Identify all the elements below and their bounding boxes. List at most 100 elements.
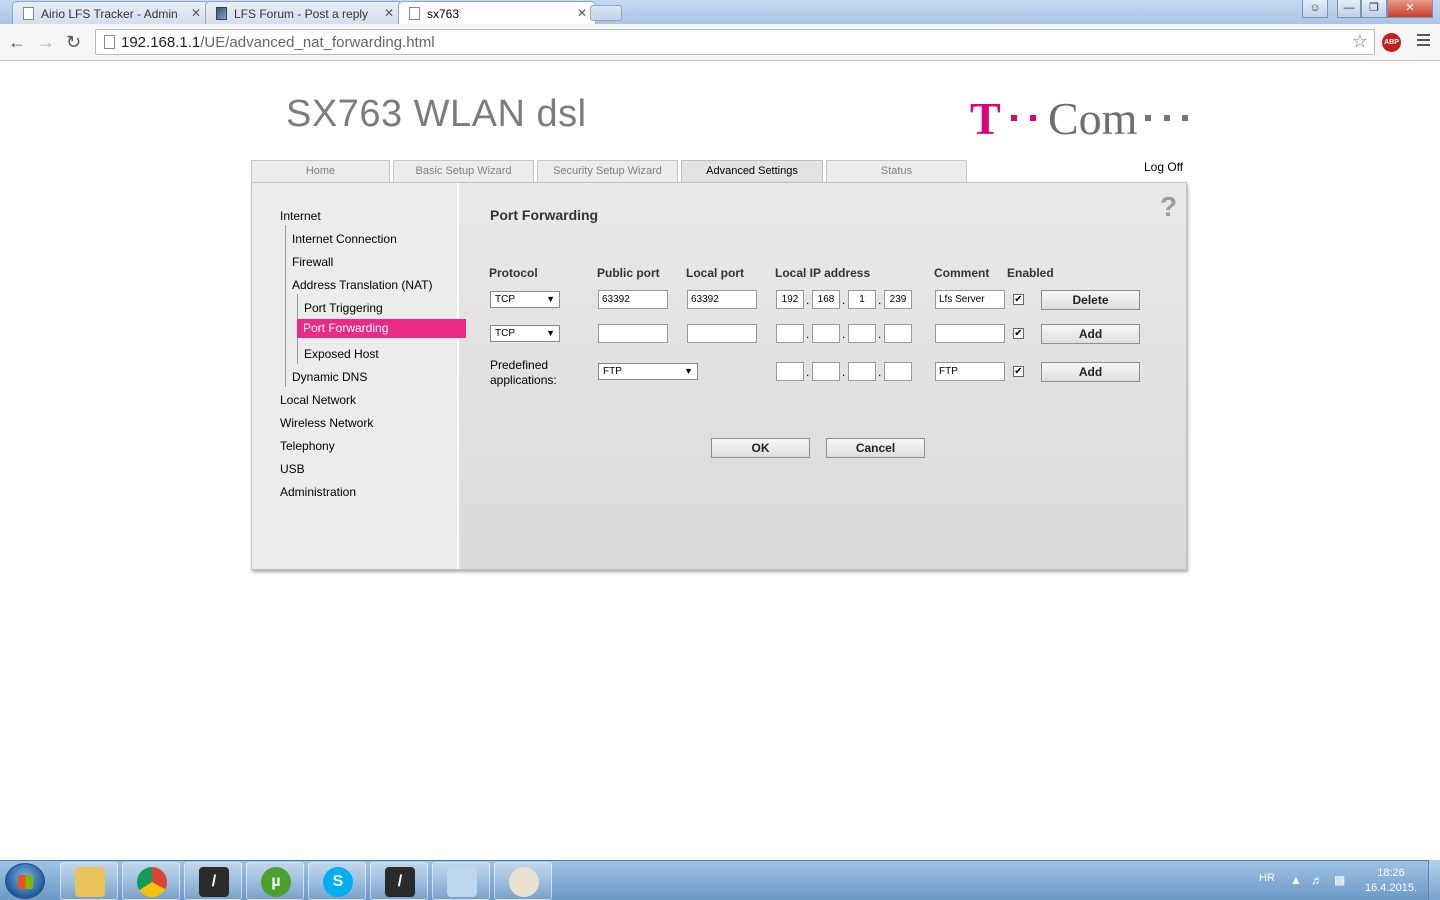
close-window-button[interactable]: ✕ [1387, 0, 1433, 18]
sidebar-item-local-network[interactable]: Local Network [280, 393, 356, 407]
predefined-app-select[interactable]: FTP ▼ [598, 363, 698, 380]
sidebar-item-firewall[interactable]: Firewall [292, 255, 333, 269]
taskbar-paint[interactable] [494, 862, 552, 900]
ip-separator: . [842, 327, 846, 341]
ip-separator: . [842, 365, 846, 379]
ok-button[interactable]: OK [711, 438, 810, 458]
maximize-button[interactable]: ❐ [1361, 0, 1387, 18]
taskbar-utorrent[interactable]: µ [246, 862, 304, 900]
ip-octet-input[interactable] [812, 362, 840, 381]
skype-icon: S [323, 867, 353, 897]
public-port-input[interactable]: 63392 [598, 290, 668, 309]
ip-octet-input[interactable]: 192 [776, 290, 804, 309]
tab-advanced-settings[interactable]: Advanced Settings [681, 160, 823, 184]
public-port-input[interactable] [598, 324, 668, 343]
ip-octet-input[interactable] [776, 362, 804, 381]
volume-icon[interactable]: ♬ [1311, 873, 1323, 887]
tree-line [285, 225, 286, 387]
show-desktop-button[interactable] [1428, 860, 1440, 900]
predefined-label-line: Predefined [490, 358, 549, 372]
ip-octet-input[interactable]: 239 [884, 290, 912, 309]
back-icon[interactable]: ← [8, 32, 26, 52]
settings-panel: Internet Internet Connection Firewall Ad… [251, 182, 1187, 570]
sidebar-item-administration[interactable]: Administration [280, 485, 356, 499]
sidebar-item-port-triggering[interactable]: Port Triggering [304, 301, 383, 315]
menu-icon[interactable] [1417, 34, 1430, 49]
new-tab-button[interactable] [590, 5, 622, 21]
browser-tab-active[interactable]: sx763 ✕ [398, 1, 596, 25]
header-local-port: Local port [686, 266, 745, 280]
enabled-checkbox[interactable]: ✔ [1013, 294, 1024, 305]
protocol-select[interactable]: TCP ▼ [490, 325, 560, 342]
logoff-link[interactable]: Log Off [1144, 160, 1183, 174]
ip-octet-input[interactable] [848, 362, 876, 381]
browser-toolbar: ← → ↻ 192.168.1.1/UE/advanced_nat_forwar… [0, 24, 1440, 61]
comment-input[interactable]: FTP [935, 362, 1005, 381]
ip-octet-input[interactable] [776, 324, 804, 343]
cancel-button[interactable]: Cancel [826, 438, 925, 458]
network-icon[interactable]: ▩ [1334, 873, 1345, 887]
enabled-checkbox[interactable]: ✔ [1013, 328, 1024, 339]
sidebar-item-dynamic-dns[interactable]: Dynamic DNS [292, 370, 367, 384]
ip-octet-input[interactable] [884, 324, 912, 343]
sidebar-item-wireless-network[interactable]: Wireless Network [280, 416, 373, 430]
taskbar-skype[interactable]: S [308, 862, 366, 900]
sidebar-item-internet-connection[interactable]: Internet Connection [292, 232, 397, 246]
minimize-button[interactable]: — [1337, 0, 1361, 18]
local-port-input[interactable] [687, 324, 757, 343]
help-icon[interactable]: ? [1160, 191, 1177, 223]
enabled-checkbox[interactable]: ✔ [1013, 366, 1024, 377]
close-tab-icon[interactable]: ✕ [577, 6, 587, 20]
dropdown-arrow-icon: ▼ [546, 328, 555, 338]
tray-expand-icon[interactable]: ▲ [1290, 873, 1302, 887]
taskbar-lfs[interactable]: / [370, 862, 428, 900]
logo-dot [1030, 115, 1036, 121]
ip-octet-input[interactable]: 1 [848, 290, 876, 309]
taskbar-lfs[interactable]: / [184, 862, 242, 900]
taskbar-explorer[interactable] [60, 862, 118, 900]
clock-time: 18:26 [1377, 867, 1405, 879]
tab-status[interactable]: Status [826, 160, 967, 182]
sidebar-item-usb[interactable]: USB [280, 462, 305, 476]
browser-tab[interactable]: LFS Forum - Post a reply ✕ [205, 1, 403, 24]
sidebar-item-internet[interactable]: Internet [280, 209, 321, 223]
tab-security-setup-wizard[interactable]: Security Setup Wizard [537, 160, 678, 182]
close-tab-icon[interactable]: ✕ [191, 6, 201, 20]
taskbar-chrome[interactable] [122, 862, 180, 900]
sidebar-item-nat[interactable]: Address Translation (NAT) [292, 278, 433, 292]
add-predefined-button[interactable]: Add [1041, 362, 1140, 382]
sidebar-item-exposed-host[interactable]: Exposed Host [304, 347, 379, 361]
local-port-input[interactable]: 63392 [687, 290, 757, 309]
bookmark-star-icon[interactable]: ☆ [1352, 31, 1368, 52]
delete-button[interactable]: Delete [1041, 290, 1140, 310]
header-local-ip: Local IP address [775, 266, 871, 280]
address-bar[interactable]: 192.168.1.1/UE/advanced_nat_forwarding.h… [95, 29, 1375, 55]
protocol-select[interactable]: TCP ▼ [490, 291, 560, 308]
clock[interactable]: 18:26 16.4.2015. [1360, 866, 1422, 896]
page-title: Port Forwarding [490, 207, 599, 223]
browser-tab[interactable]: Airio LFS Tracker - Admin ✕ [12, 1, 210, 24]
dropdown-arrow-icon: ▼ [684, 366, 693, 376]
ip-octet-input[interactable] [812, 324, 840, 343]
comment-input[interactable]: Lfs Server [935, 290, 1005, 309]
tab-home[interactable]: Home [251, 160, 390, 182]
taskbar-notepad[interactable] [432, 862, 490, 900]
forward-icon[interactable]: → [37, 32, 55, 52]
sidebar-item-port-forwarding[interactable]: Port Forwarding [297, 319, 466, 338]
sidebar-item-telephony[interactable]: Telephony [280, 439, 335, 453]
add-button[interactable]: Add [1041, 324, 1140, 344]
ip-separator: . [806, 327, 810, 341]
language-indicator[interactable]: HR [1259, 872, 1275, 884]
adblock-icon[interactable]: ABP [1382, 33, 1401, 52]
ip-octet-input[interactable]: 168 [812, 290, 840, 309]
user-icon[interactable]: ☺ [1302, 0, 1328, 18]
close-tab-icon[interactable]: ✕ [384, 6, 394, 20]
tab-basic-setup-wizard[interactable]: Basic Setup Wizard [393, 160, 534, 182]
ip-octet-input[interactable] [884, 362, 912, 381]
start-button[interactable] [5, 863, 45, 899]
protocol-value: TCP [495, 328, 515, 339]
reload-icon[interactable]: ↻ [66, 32, 81, 52]
ip-octet-input[interactable] [848, 324, 876, 343]
predefined-label-line: applications: [490, 373, 557, 387]
comment-input[interactable] [935, 324, 1005, 343]
